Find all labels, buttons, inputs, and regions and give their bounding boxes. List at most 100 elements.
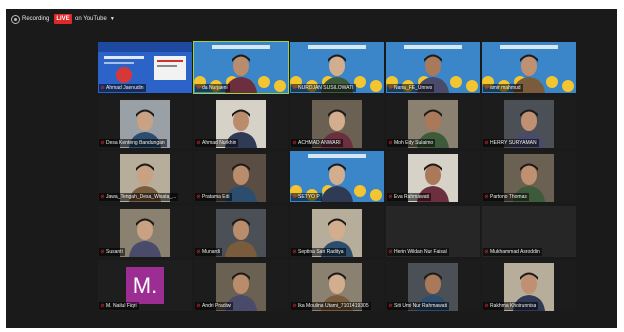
mic-muted-icon: ⊘ [292,139,297,146]
participant-tile[interactable]: ⊘ Desa Kenteng Bandungan [98,96,192,148]
mic-muted-icon: ⊘ [100,139,105,146]
participant-tile[interactable]: ⊘ Susanti [98,205,192,257]
mic-muted-icon: ⊘ [484,194,489,200]
recording-icon [11,15,20,24]
participant-name-bar: ⊘ SETYO P [291,193,322,201]
participant-tile[interactable]: ⊘ Munardi [194,205,288,257]
participant-name-bar: ⊘ Susanti [99,247,125,256]
participant-name: Ahmad Nurkhin [202,139,237,146]
participant-tile[interactable]: ⊘ Pratama Edi [194,151,288,202]
participant-name: M. Nailul Fiqri [106,303,137,309]
mic-muted-icon: ⊘ [484,303,489,309]
chevron-down-icon: ▼ [109,16,115,22]
participant-name: Siti Umi Nur Rahmawati [394,303,448,309]
mic-muted-icon: ⊘ [388,248,393,255]
participant-name: Rakhma Khoirunnisa [490,303,537,309]
mic-muted-icon: ⊘ [196,194,201,200]
participant-tile[interactable]: ⊘ Eva Rahmawati [386,151,480,202]
mic-muted-icon: ⊘ [388,194,393,200]
mic-muted-icon: ⊘ [100,303,105,309]
participant-tile[interactable]: ⊘ Mukhammad Asroddin [482,205,576,257]
avatar-initial: M. [133,273,157,298]
participant-name: Mukhammad Asroddin [490,248,540,255]
participant-name: Eva Rahmawati [394,194,430,200]
participant-name-bar: ⊘ Herin Wildan Nur Faisal [387,247,449,256]
gallery-grid: ⊘ Ahmad Jaenudin ⊘ da Nurjaeni ⊘ NURDJAN SUSI… [98,41,576,312]
mic-muted-icon: ⊘ [484,139,489,146]
mic-muted-icon: ⊘ [292,194,297,200]
participant-name-bar: ⊘ NURDJAN SUSILOWATI [291,84,356,92]
participant-name: SETYO P [298,194,320,200]
participant-name-bar: ⊘ Ahmad Jaenudin [99,84,146,92]
participant-name-bar: ⊘ Pratama Edi [195,193,232,201]
mic-muted-icon: ⊘ [388,303,393,309]
participant-tile[interactable]: ⊘ Jawa_Tengah_Desa_Wisata_... [98,151,192,202]
participant-name-bar: ⊘ Ahmad Nurkhin [195,138,239,147]
live-stream-dropdown[interactable]: on YouTube ▼ [75,15,115,23]
top-toolbar: Recording LIVE on YouTube ▼ [6,9,617,31]
mic-muted-icon: ⊘ [196,303,201,309]
participant-name: amir mahmud [490,85,521,91]
participant-name: Munardi [202,248,221,255]
participant-name: HERRY SURYAMAN [490,139,537,146]
participant-name: Nana_FE_Unnes [394,85,433,91]
participant-name-bar: ⊘ Jawa_Tengah_Desa_Wisata_... [99,193,179,201]
participant-name-bar: ⊘ ACHMAD ANWARI [291,138,343,147]
participant-name: ACHMAD ANWARI [298,139,341,146]
participant-name-bar: ⊘ Rakhma Khoirunnisa [483,302,539,310]
participant-name-bar: ⊘ Desa Kenteng Bandungan [99,138,167,147]
participant-name-bar: ⊘ amir mahmud [483,84,523,92]
participant-name: Septina Sari Raditya [298,248,344,255]
participant-tile[interactable]: ⊘ Ika Moulina Utami_7101419305 [290,260,384,311]
participant-tile[interactable]: ⊘ Septina Sari Raditya [290,205,384,257]
participant-name: Ahmad Jaenudin [106,85,144,91]
participant-tile[interactable]: ⊘ Moh Edy Sulaimo [386,96,480,148]
mic-muted-icon: ⊘ [100,194,105,200]
participant-tile[interactable]: ⊘ Rakhma Khoirunnisa [482,260,576,311]
participant-tile[interactable]: ⊘ Herin Wildan Nur Faisal [386,205,480,257]
mic-muted-icon: ⊘ [100,248,105,255]
participant-name-bar: ⊘ Siti Umi Nur Rahmawati [387,302,450,310]
participant-tile[interactable]: ⊘ Ahmad Jaenudin [98,42,192,93]
mic-muted-icon: ⊘ [292,85,297,91]
participant-name: Pratama Edi [202,194,230,200]
participant-name: Herin Wildan Nur Faisal [394,248,447,255]
participant-tile[interactable]: M. ⊘ M. Nailul Fiqri [98,260,192,311]
stream-label: on YouTube [75,16,107,22]
mic-muted-icon: ⊘ [388,85,393,91]
mic-muted-icon: ⊘ [196,139,201,146]
participant-tile[interactable]: ⊘ HERRY SURYAMAN [482,96,576,148]
participant-name-bar: ⊘ Partono Thomas [483,193,529,201]
participant-tile[interactable]: ⊘ amir mahmud [482,42,576,93]
meeting-window: Recording LIVE on YouTube ▼ ⊘ Ahmad Jaenud… [6,9,617,328]
participant-tile[interactable]: ⊘ Partono Thomas [482,151,576,202]
participant-name-bar: ⊘ Septina Sari Raditya [291,247,346,256]
participant-name-bar: ⊘ Andri Pradiwi [195,302,234,310]
mic-muted-icon: ⊘ [196,248,201,255]
participant-tile[interactable]: ⊘ NURDJAN SUSILOWATI [290,42,384,93]
participant-tile[interactable]: ⊘ da Nurjaeni [193,41,289,94]
mic-muted-icon: ⊘ [484,248,489,255]
participant-tile[interactable]: ⊘ Siti Umi Nur Rahmawati [386,260,480,311]
participant-name: Partono Thomas [490,194,527,200]
participant-tile[interactable]: ⊘ ACHMAD ANWARI [290,96,384,148]
mic-muted-icon: ⊘ [388,139,393,146]
participant-tile[interactable]: ⊘ Andri Pradiwi [194,260,288,311]
participant-tile[interactable]: ⊘ Nana_FE_Unnes [386,42,480,93]
participant-name: da Nurjaeni [202,85,228,91]
participant-name-bar: ⊘ Munardi [195,247,223,256]
participant-tile[interactable]: ⊘ Ahmad Nurkhin [194,96,288,148]
participant-name: Desa Kenteng Bandungan [106,139,165,146]
participant-name-bar: ⊘ M. Nailul Fiqri [99,302,139,310]
recording-label: Recording [22,16,50,22]
mic-muted-icon: ⊘ [292,303,297,309]
participant-name: Andri Pradiwi [202,303,232,309]
participant-name-bar: ⊘ da Nurjaeni [195,84,230,92]
participant-name: Susanti [106,248,123,255]
participant-name-bar: ⊘ Moh Edy Sulaimo [387,138,436,147]
participant-tile[interactable]: ⊘ SETYO P [290,151,384,202]
participant-name: NURDJAN SUSILOWATI [298,85,354,91]
mic-muted-icon: ⊘ [292,248,297,255]
mic-muted-icon: ⊘ [196,85,201,91]
live-badge[interactable]: LIVE [54,14,72,24]
